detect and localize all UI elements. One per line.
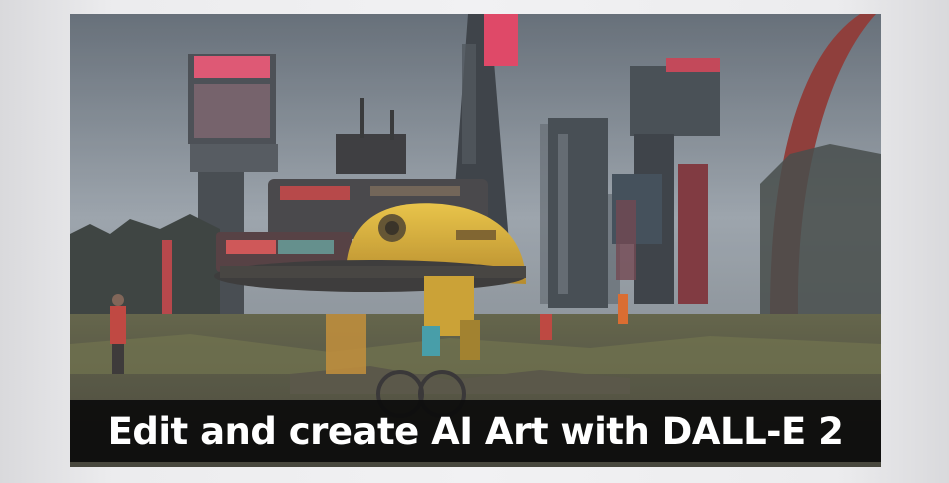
cyberpunk-artwork-image[interactable]: Edit and create AI Art with DALL-E 2 <box>70 14 881 467</box>
caption-bar: Edit and create AI Art with DALL-E 2 <box>70 400 881 462</box>
caption-text: Edit and create AI Art with DALL-E 2 <box>107 409 844 453</box>
video-thumbnail-frame: Edit and create AI Art with DALL-E 2 <box>0 0 949 483</box>
